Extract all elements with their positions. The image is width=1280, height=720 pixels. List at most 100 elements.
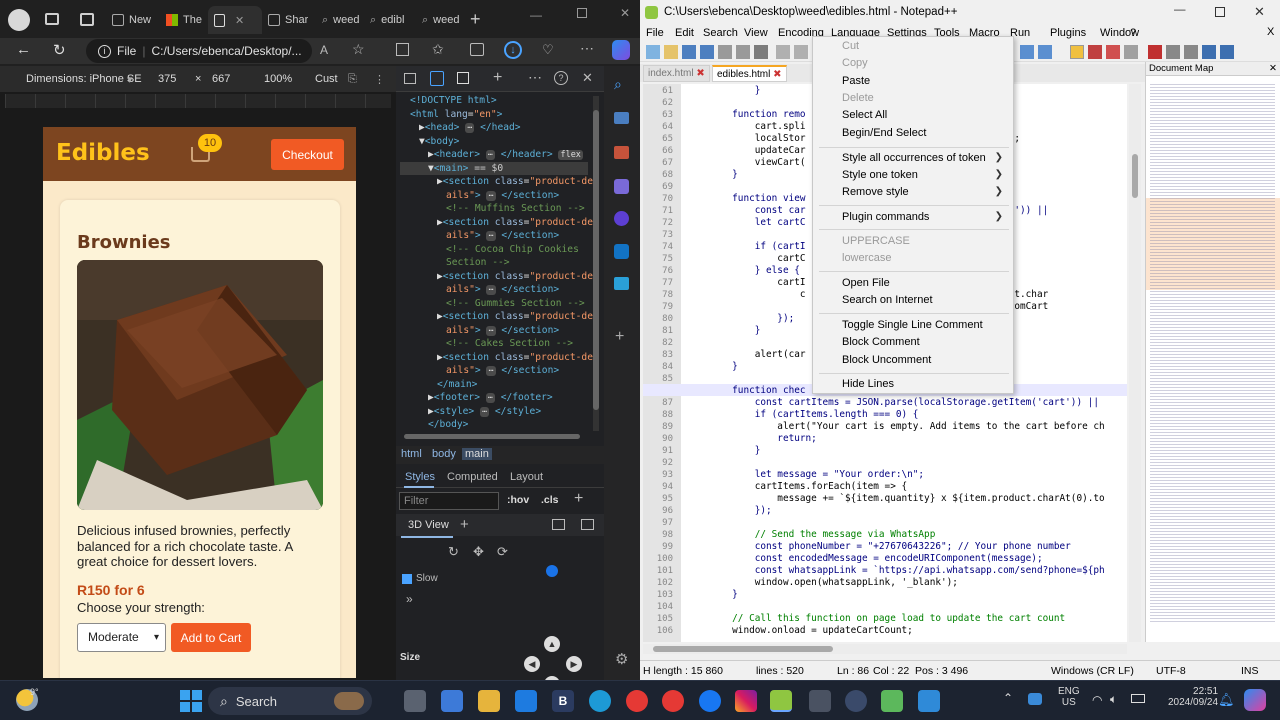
menu-open-file[interactable]: Open File — [842, 277, 890, 289]
reset-view-icon[interactable]: ↻ — [448, 544, 459, 560]
close-panel-icon[interactable]: ✕ — [1269, 62, 1277, 76]
menu-remove-style[interactable]: Remove style — [842, 186, 909, 198]
edge-tab[interactable]: The — [166, 6, 202, 34]
back-icon[interactable]: ← — [16, 41, 31, 58]
dom-node-line[interactable]: ails"> ⋯ </section> — [446, 229, 559, 244]
address-bar[interactable]: i File | C:/Users/ebenca/Desktop/... — [86, 39, 312, 63]
microsoft-store-icon[interactable] — [441, 690, 463, 712]
all-characters-icon[interactable] — [1038, 45, 1052, 59]
performance-icon[interactable]: ♡ — [542, 42, 554, 58]
dom-node-line[interactable]: <!DOCTYPE html> — [410, 94, 497, 108]
close-icon[interactable] — [718, 45, 732, 59]
profile-icon[interactable] — [8, 9, 30, 31]
rotate-view-icon[interactable]: ⟳ — [497, 544, 508, 560]
menu-toggle-single-line-comment[interactable]: Toggle Single Line Comment — [842, 319, 983, 331]
play-macro-icon[interactable] — [1184, 45, 1198, 59]
favorite-star-icon[interactable]: ☆ — [352, 41, 365, 58]
dom-node-line[interactable]: ▶<section class="product-det — [437, 270, 599, 284]
downloads-icon[interactable]: ↓ — [504, 41, 522, 59]
menu-select-all[interactable]: Select All — [842, 109, 887, 121]
menu-plugin-commands[interactable]: Plugin commands — [842, 211, 929, 223]
pan-left-button[interactable]: ◀ — [524, 656, 540, 672]
language-indicator[interactable]: ENG US — [1058, 686, 1080, 708]
editor-vertical-scrollbar[interactable] — [1129, 84, 1141, 642]
dom-node-line[interactable]: ▶<section class="product-det — [437, 351, 599, 365]
site-logo[interactable]: Edibles — [56, 140, 150, 166]
menu-begin-end-select[interactable]: Begin/End Select — [842, 127, 926, 139]
vscode-icon[interactable] — [918, 690, 940, 712]
hover-state-toggle[interactable]: :hov — [507, 494, 529, 506]
dom-node-line[interactable]: <!-- Gummies Section --> — [446, 297, 585, 311]
layout-icon[interactable] — [581, 519, 594, 530]
dom-node-line[interactable]: ails"> ⋯ </section> — [446, 283, 559, 298]
dom-node-line[interactable]: ▶<style> ⋯ </style> — [428, 405, 541, 420]
split-screen-icon[interactable] — [396, 43, 409, 56]
dimensions-select[interactable]: Dimensions: iPhone SE — [26, 73, 142, 85]
checkout-button[interactable]: Checkout — [271, 139, 344, 170]
tab-styles[interactable]: Styles — [405, 471, 435, 483]
menu-style-one-token[interactable]: Style one token — [842, 169, 918, 181]
edge-icon[interactable] — [589, 690, 611, 712]
inspect-icon[interactable] — [404, 73, 416, 84]
help-icon[interactable]: ? — [554, 71, 568, 85]
save-icon[interactable] — [682, 45, 696, 59]
wifi-icon[interactable]: ◠ — [1092, 693, 1102, 707]
games-icon[interactable] — [614, 179, 629, 194]
chevron-up-icon[interactable]: ⌃ — [1003, 691, 1013, 705]
dom-node-line[interactable]: ▼<main> == $0 — [400, 161, 588, 175]
screenshot-icon[interactable] — [552, 519, 565, 530]
editor-horizontal-scrollbar[interactable] — [643, 644, 1127, 654]
dom-node-line[interactable]: ▶<head> ⋯ </head> — [419, 121, 521, 136]
add-panel-icon[interactable]: + — [460, 516, 469, 533]
battery-icon[interactable] — [1131, 694, 1145, 703]
minimize-icon[interactable]: — — [530, 8, 542, 22]
dropbox-icon[interactable] — [515, 690, 537, 712]
slow-checkbox[interactable] — [402, 574, 412, 584]
save-all-icon[interactable] — [700, 45, 714, 59]
breadcrumb-body[interactable]: body — [432, 448, 456, 460]
favorites-icon[interactable]: ✩ — [432, 41, 444, 58]
instagram-icon[interactable] — [735, 690, 757, 712]
collections-icon[interactable] — [470, 43, 484, 56]
dom-node-line[interactable]: ▶<section class="product-det — [437, 175, 599, 189]
dock-icon[interactable] — [457, 72, 469, 84]
save-macro-icon[interactable] — [1220, 45, 1234, 59]
tab-layout[interactable]: Layout — [510, 471, 543, 483]
bing-icon[interactable]: B — [552, 690, 574, 712]
dom-node-line[interactable]: ails"> ⋯ </section> — [446, 189, 559, 204]
cube-app-icon[interactable] — [881, 690, 903, 712]
dom-node-line[interactable]: ▶<header> ⋯ </header> flex — [428, 148, 583, 163]
3d-view-tab[interactable]: 3D View — [408, 519, 449, 531]
expand-panel-icon[interactable]: » — [406, 592, 413, 606]
dom-node-line[interactable]: ▶<section class="product-det — [437, 310, 599, 324]
dom-node-line[interactable]: Section --> — [446, 256, 510, 270]
more-options-icon[interactable]: ⋮ — [374, 73, 385, 86]
dom-node-line[interactable]: <!-- Cakes Section --> — [446, 337, 573, 351]
record-macro-icon[interactable] — [1148, 45, 1162, 59]
pan-icon[interactable]: ✥ — [473, 544, 484, 560]
close-tab-icon[interactable]: ✕ — [235, 14, 244, 27]
throttle-select[interactable]: Cust — [315, 73, 338, 85]
status-encoding[interactable]: UTF-8 — [1156, 665, 1186, 677]
tools-icon[interactable] — [614, 146, 629, 159]
edge-tab[interactable]: New — [112, 6, 151, 34]
tab-edibles-html[interactable]: edibles.html ✖ — [712, 65, 787, 82]
strength-select[interactable]: Moderate ▾ — [77, 623, 166, 652]
device-emulation-icon[interactable] — [430, 71, 444, 86]
dom-node-line[interactable]: ails"> ⋯ </section> — [446, 364, 559, 379]
menu-help[interactable]: ? — [1130, 27, 1136, 39]
dom-node-line[interactable]: <html lang="en"> — [410, 108, 502, 122]
copilot-sidebar-icon[interactable] — [614, 211, 629, 226]
dom-node-line[interactable]: ▼<body> — [419, 135, 459, 149]
onedrive-icon[interactable] — [1028, 693, 1042, 705]
copilot-icon[interactable] — [1244, 689, 1266, 711]
shopping-icon[interactable] — [614, 112, 629, 124]
menu-plugins[interactable]: Plugins — [1050, 27, 1086, 39]
new-tab-icon[interactable]: + — [470, 9, 481, 30]
add-sidebar-app-icon[interactable]: + — [615, 328, 624, 346]
dom-node-line[interactable]: <!-- Muffins Section --> — [446, 202, 585, 216]
menu-search-internet[interactable]: Search on Internet — [842, 294, 933, 306]
youtube-music-icon[interactable] — [662, 690, 684, 712]
print-icon[interactable] — [754, 45, 768, 59]
settings-gear-icon[interactable]: ⚙ — [615, 650, 628, 668]
